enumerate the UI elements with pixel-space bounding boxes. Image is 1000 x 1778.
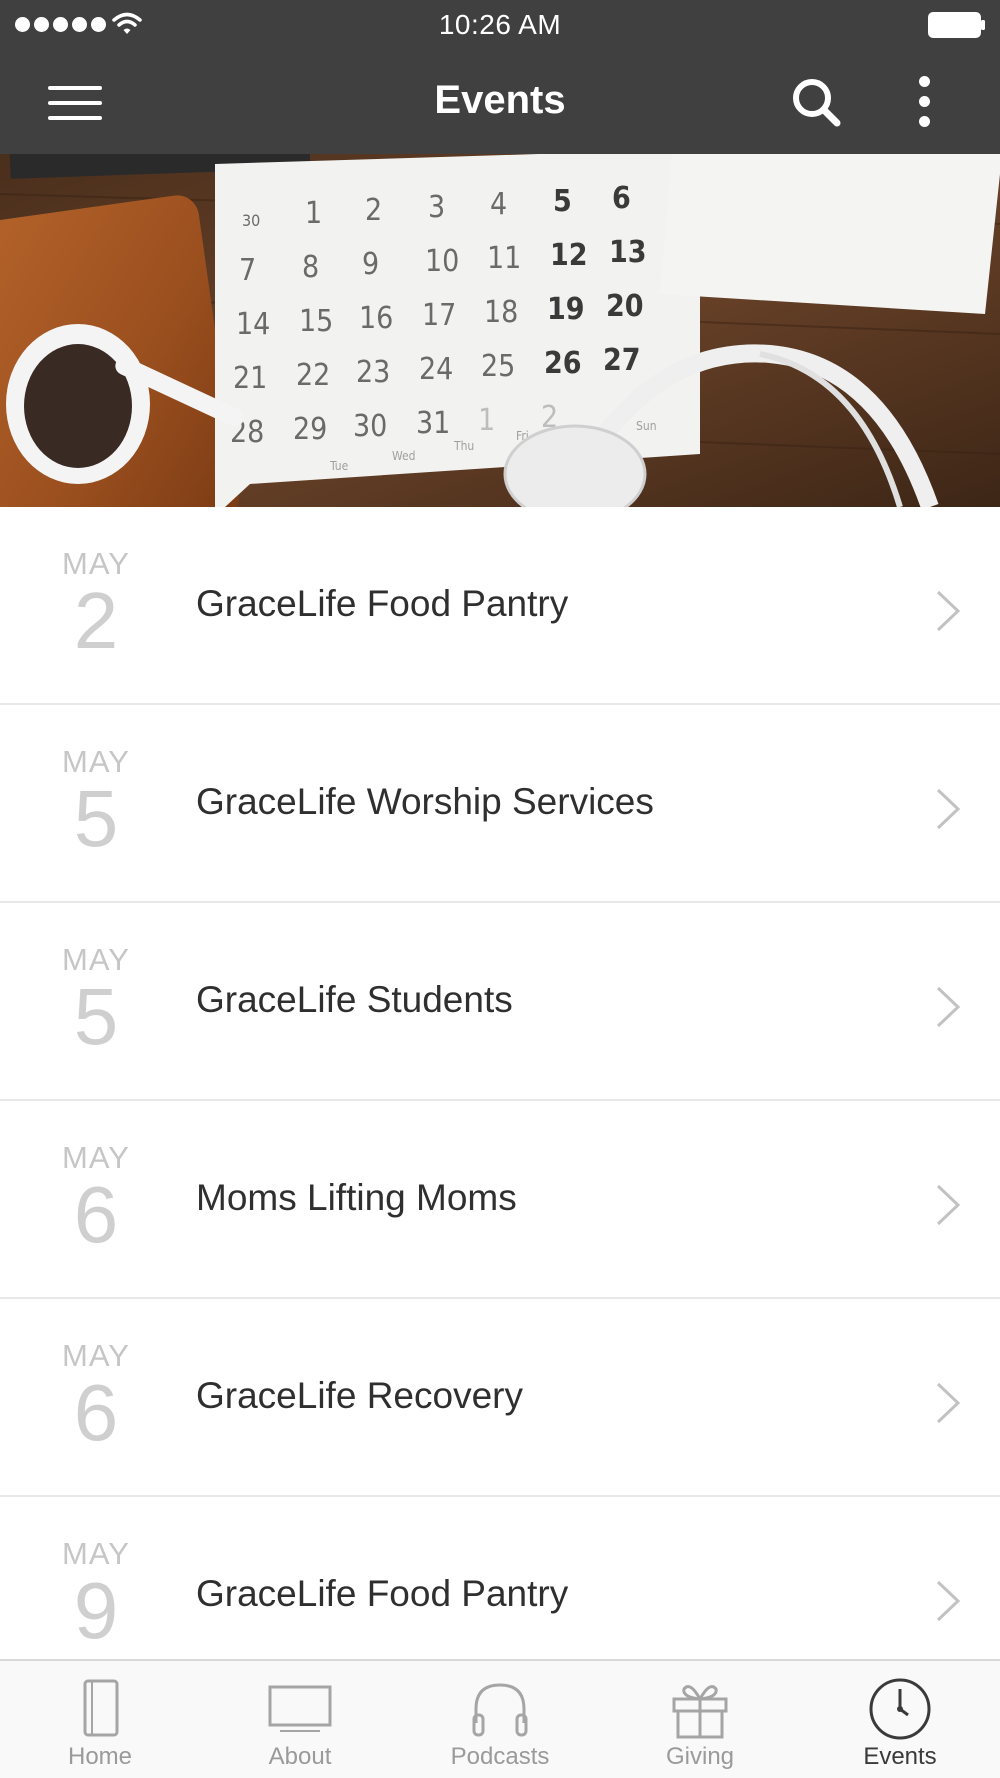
calendar-date: 7 <box>239 253 256 288</box>
tab-giving[interactable]: Giving <box>600 1661 800 1778</box>
calendar-date: 5 <box>553 184 572 219</box>
event-date: MAY 9 <box>40 1537 152 1651</box>
tab-events[interactable]: Events <box>800 1661 1000 1778</box>
calendar-date: 15 <box>299 304 333 339</box>
tab-label: Podcasts <box>450 1743 550 1770</box>
calendar-date: 9 <box>362 247 379 282</box>
calendar-date: 23 <box>356 355 390 390</box>
event-row[interactable]: MAY 5 GraceLife Students <box>0 903 1000 1101</box>
event-row[interactable]: MAY 6 Moms Lifting Moms <box>0 1101 1000 1299</box>
calendar-date: 30 <box>242 211 260 230</box>
event-day: 5 <box>73 774 119 863</box>
chevron-right-icon <box>936 590 961 632</box>
nav-bar: Events <box>0 50 1000 154</box>
calendar-weekday: Tue <box>329 459 349 473</box>
event-row[interactable]: MAY 9 GraceLife Food Pantry <box>0 1497 1000 1659</box>
hamburger-menu-icon[interactable] <box>48 84 104 122</box>
calendar-date: 27 <box>603 343 641 378</box>
calendar-date: 1 <box>478 403 495 438</box>
headphones-icon <box>468 1677 532 1741</box>
calendar-date: 14 <box>236 307 270 342</box>
event-date: MAY 6 <box>40 1141 152 1255</box>
clock-icon <box>868 1677 932 1741</box>
event-date: MAY 5 <box>40 745 152 859</box>
event-title: GraceLife Recovery <box>196 1375 523 1416</box>
book-icon <box>68 1677 132 1741</box>
calendar-date: 30 <box>353 409 387 444</box>
calendar-date: 19 <box>547 292 585 327</box>
calendar-date: 21 <box>233 361 267 396</box>
event-day: 9 <box>73 1566 119 1655</box>
event-row[interactable]: MAY 6 GraceLife Recovery <box>0 1299 1000 1497</box>
chevron-right-icon <box>936 986 961 1028</box>
event-title: GraceLife Food Pantry <box>196 1573 569 1614</box>
event-date: MAY 6 <box>40 1339 152 1453</box>
tab-label: Home <box>67 1743 133 1770</box>
page-title: Events <box>434 78 566 122</box>
calendar-date: 6 <box>612 181 631 216</box>
tab-label: Giving <box>665 1743 735 1770</box>
calendar-date: 26 <box>544 346 582 381</box>
calendar-date: 10 <box>425 244 459 279</box>
calendar-date: 13 <box>609 235 647 270</box>
event-title: GraceLife Food Pantry <box>196 583 569 624</box>
calendar-date: 29 <box>293 412 327 447</box>
event-day: 6 <box>73 1368 119 1457</box>
calendar-date: 25 <box>481 349 515 384</box>
tab-home[interactable]: Home <box>0 1661 200 1778</box>
calendar-date: 8 <box>302 250 319 285</box>
calendar-date: 31 <box>416 406 450 441</box>
event-title: GraceLife Students <box>196 979 513 1020</box>
event-list: MAY 2 GraceLife Food Pantry MAY 5 GraceL… <box>0 507 1000 1659</box>
calendar-date: 1 <box>305 196 322 231</box>
event-date: MAY 5 <box>40 943 152 1057</box>
status-time: 10:26 AM <box>438 9 562 40</box>
tab-bar: Home About Podcasts Giving Events <box>0 1659 1000 1778</box>
calendar-date: 22 <box>296 358 330 393</box>
tab-label: About <box>268 1743 332 1770</box>
event-title: Moms Lifting Moms <box>196 1177 517 1218</box>
event-day: 6 <box>73 1170 119 1259</box>
calendar-date: 18 <box>484 295 518 330</box>
hero-image: 30 1 2 3 4 5 6 7 8 9 10 11 12 13 14 15 16 17 18 19 20 21 22 23 2… <box>0 154 1000 507</box>
calendar-date: 2 <box>365 193 382 228</box>
chevron-right-icon <box>936 1382 961 1424</box>
calendar-date: 3 <box>428 190 445 225</box>
battery-full-icon <box>928 12 985 38</box>
more-vertical-icon[interactable] <box>910 74 938 130</box>
calendar-date: 11 <box>487 241 521 276</box>
calendar-weekday: Wed <box>392 449 415 463</box>
calendar-date: 20 <box>606 289 644 324</box>
calendar-date: 24 <box>419 352 453 387</box>
chevron-right-icon <box>936 788 961 830</box>
search-icon[interactable] <box>790 76 842 128</box>
event-date: MAY 2 <box>40 547 152 661</box>
event-day: 2 <box>73 576 119 665</box>
tab-podcasts[interactable]: Podcasts <box>400 1661 600 1778</box>
event-title: GraceLife Worship Services <box>196 781 654 822</box>
calendar-date: 17 <box>422 298 456 333</box>
tab-about[interactable]: About <box>200 1661 400 1778</box>
chevron-right-icon <box>936 1580 961 1622</box>
tab-label: Events <box>863 1743 937 1770</box>
event-day: 5 <box>73 972 119 1061</box>
monitor-icon <box>268 1677 332 1741</box>
chevron-right-icon <box>936 1184 961 1226</box>
gift-icon <box>668 1677 732 1741</box>
calendar-weekday: Sun <box>636 419 657 433</box>
status-bar: 10:26 AM <box>0 0 1000 50</box>
event-row[interactable]: MAY 2 GraceLife Food Pantry <box>0 507 1000 705</box>
calendar-date: 4 <box>490 187 507 222</box>
calendar-date: 16 <box>359 301 393 336</box>
calendar-date: 12 <box>550 238 588 273</box>
event-row[interactable]: MAY 5 GraceLife Worship Services <box>0 705 1000 903</box>
note-paper-photo <box>660 154 1000 314</box>
calendar-weekday: Thu <box>453 439 474 453</box>
